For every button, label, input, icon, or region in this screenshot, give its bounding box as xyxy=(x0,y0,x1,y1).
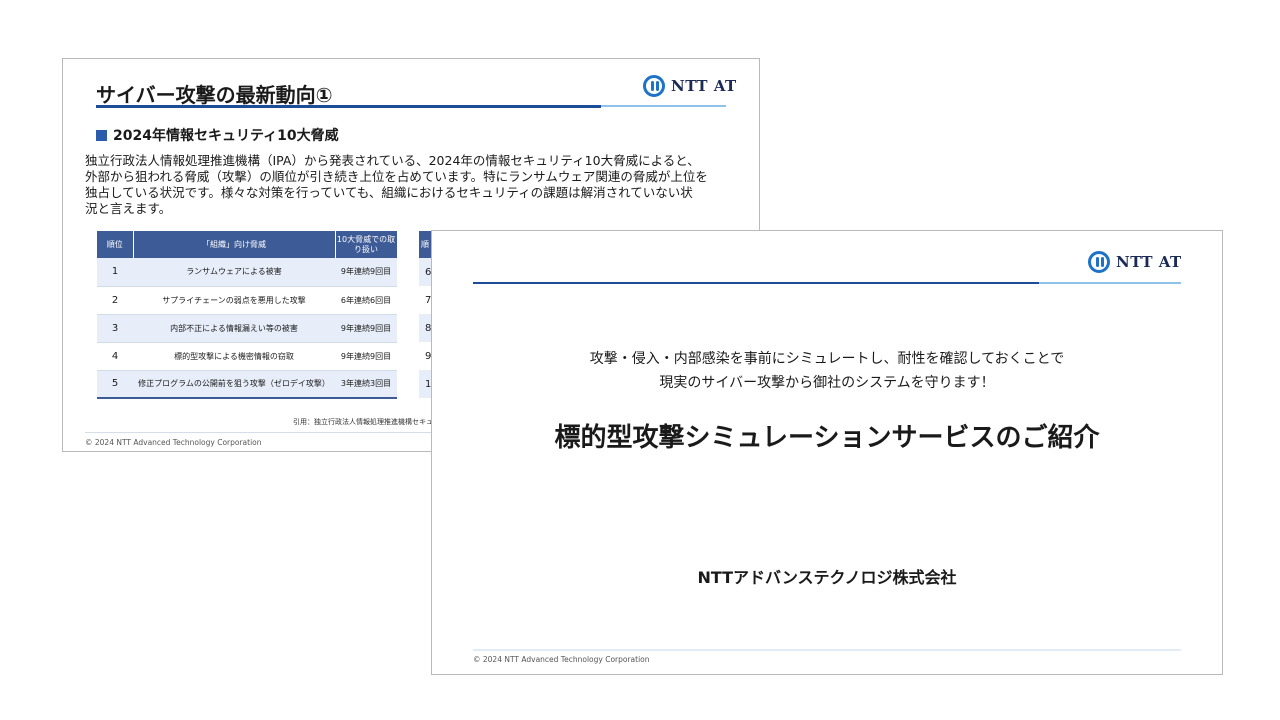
title-rule-dark xyxy=(96,105,601,108)
footer-rule xyxy=(473,649,1181,651)
rank-cell: 2 xyxy=(97,286,133,315)
logo-text: NTT AT xyxy=(1116,253,1182,271)
logo-text: NTT AT xyxy=(671,77,737,95)
copyright-footer: © 2024 NTT Advanced Technology Corporati… xyxy=(473,655,650,664)
status-cell: 9年連続9回目 xyxy=(335,314,397,343)
table-row: 2 サプライチェーンの弱点を悪用した攻撃 6年連続6回目 xyxy=(97,286,397,315)
header-threat: 「組織」向け脅威 xyxy=(133,231,336,258)
copyright-footer: © 2024 NTT Advanced Technology Corporati… xyxy=(85,438,262,447)
header-rule-light xyxy=(1039,282,1181,284)
rank-cell: 4 xyxy=(97,342,133,371)
threat-cell: 標的型攻撃による機密情報の窃取 xyxy=(133,342,335,371)
threat-cell: サプライチェーンの弱点を悪用した攻撃 xyxy=(133,286,335,315)
lead-line-2: 現実のサイバー攻撃から御社のシステムを守ります！ xyxy=(659,375,995,391)
status-cell: 9年連続9回目 xyxy=(335,258,397,287)
square-bullet-icon xyxy=(96,129,107,141)
body-line: 外部から狙われる脅威（攻撃）の順位が引き続き上位を占めています。特にランサムウェ… xyxy=(85,169,708,184)
header-status: 10大脅威での取り扱い xyxy=(335,231,398,258)
ntt-at-logo: NTT AT xyxy=(643,75,737,97)
table-row: 1 ランサムウェアによる被害 9年連続9回目 xyxy=(97,258,397,287)
threat-cell: ランサムウェアによる被害 xyxy=(133,258,335,287)
table-row: 4 標的型攻撃による機密情報の窃取 9年連続9回目 xyxy=(97,342,397,371)
ntt-at-logo: NTT AT xyxy=(1088,251,1182,273)
rank-cell: 5 xyxy=(97,370,133,399)
section-heading-text: 2024年情報セキュリティ10大脅威 xyxy=(113,128,339,144)
table-row: 3 内部不正による情報漏えい等の被害 9年連続9回目 xyxy=(97,314,397,343)
status-cell: 9年連続9回目 xyxy=(335,342,397,371)
ntt-at-logo-icon xyxy=(643,75,665,97)
threat-cell: 内部不正による情報漏えい等の被害 xyxy=(133,314,335,343)
body-line: 況と言えます。 xyxy=(85,201,172,216)
table-header-row: 順位 「組織」向け脅威 10大脅威での取り扱い xyxy=(97,231,398,258)
table-row: 5 修正プログラムの公開前を狙う攻撃（ゼロデイ攻撃） 3年連続3回目 xyxy=(97,370,397,399)
slide-front: NTT AT 攻撃・侵入・内部感染を事前にシミュレートし、耐性を確認しておくこと… xyxy=(431,230,1223,675)
rank-cell: 3 xyxy=(97,314,133,343)
rank-cell: 1 xyxy=(97,258,133,287)
header-rank: 順位 xyxy=(97,231,134,258)
body-line: 独立行政法人情報処理推進機構（IPA）から発表されている、2024年の情報セキュ… xyxy=(85,153,700,168)
header-rule-dark xyxy=(473,282,1039,284)
title-rule-light xyxy=(601,105,726,107)
body-paragraph: 独立行政法人情報処理推進機構（IPA）から発表されている、2024年の情報セキュ… xyxy=(85,153,745,217)
body-line: 独占している状況です。様々な対策を行っていても、組織におけるセキュリティの課題は… xyxy=(85,185,693,200)
ntt-at-logo-icon xyxy=(1088,251,1110,273)
lead-line-1: 攻撃・侵入・内部感染を事前にシミュレートし、耐性を確認しておくことで xyxy=(589,351,1065,367)
company-name: NTTアドバンステクノロジ株式会社 xyxy=(697,568,957,587)
citation-text: 引用：独立行政法人情報処理推進機構セキュリティ xyxy=(293,418,454,426)
status-cell: 3年連続3回目 xyxy=(335,370,397,399)
presentation-title: 標的型攻撃シミュレーションサービスのご紹介 xyxy=(554,423,1100,453)
threat-cell: 修正プログラムの公開前を狙う攻撃（ゼロデイ攻撃） xyxy=(133,370,335,399)
threat-ranking-table: 順位 「組織」向け脅威 10大脅威での取り扱い 1 ランサムウェアによる被害 9… xyxy=(97,231,398,399)
back-slide-title: サイバー攻撃の最新動向① xyxy=(96,83,333,107)
section-heading: 2024年情報セキュリティ10大脅威 xyxy=(96,125,339,145)
status-cell: 6年連続6回目 xyxy=(335,286,397,315)
